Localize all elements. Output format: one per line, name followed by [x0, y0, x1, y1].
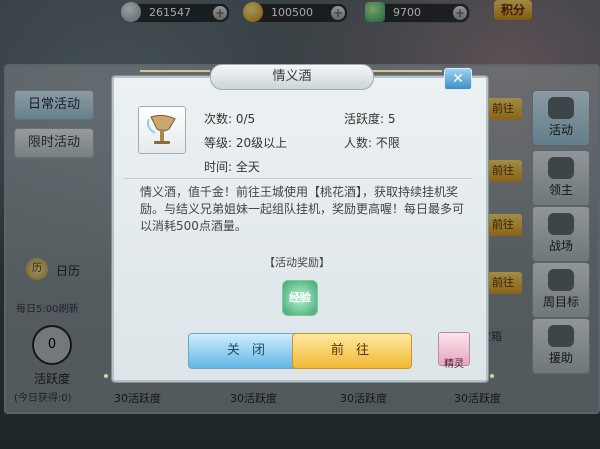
info-divider: [124, 178, 472, 179]
go-button[interactable]: 前 往: [292, 333, 412, 369]
time-info: 时间: 全天: [204, 160, 260, 174]
title-ornament-right: [372, 70, 442, 84]
level-info: 等级: 20级以上: [204, 136, 288, 150]
sprite-helper-button[interactable]: 精灵: [438, 332, 470, 370]
people-info: 人数: 不限: [344, 136, 400, 150]
reward-section-title: 【活动奖励】: [264, 256, 330, 269]
activity-item-icon: [138, 106, 186, 154]
count-info: 次数: 0/5: [204, 112, 256, 126]
close-button[interactable]: 关 闭: [188, 333, 308, 369]
close-icon[interactable]: ✕: [444, 68, 472, 90]
activity-points-info: 活跃度: 5: [344, 112, 396, 126]
title-ornament-left: [140, 70, 210, 84]
exp-reward-icon[interactable]: 经验: [282, 280, 318, 316]
corner-ornament: [490, 374, 494, 378]
corner-ornament: [104, 374, 108, 378]
activity-description: 情义酒，值千金！前往王城使用【桃花酒】，获取持续挂机奖励。与结义兄弟姐妹一起组队…: [140, 185, 465, 233]
dialog-title: 情义酒: [210, 64, 374, 90]
wine-cup-icon: [146, 114, 176, 144]
